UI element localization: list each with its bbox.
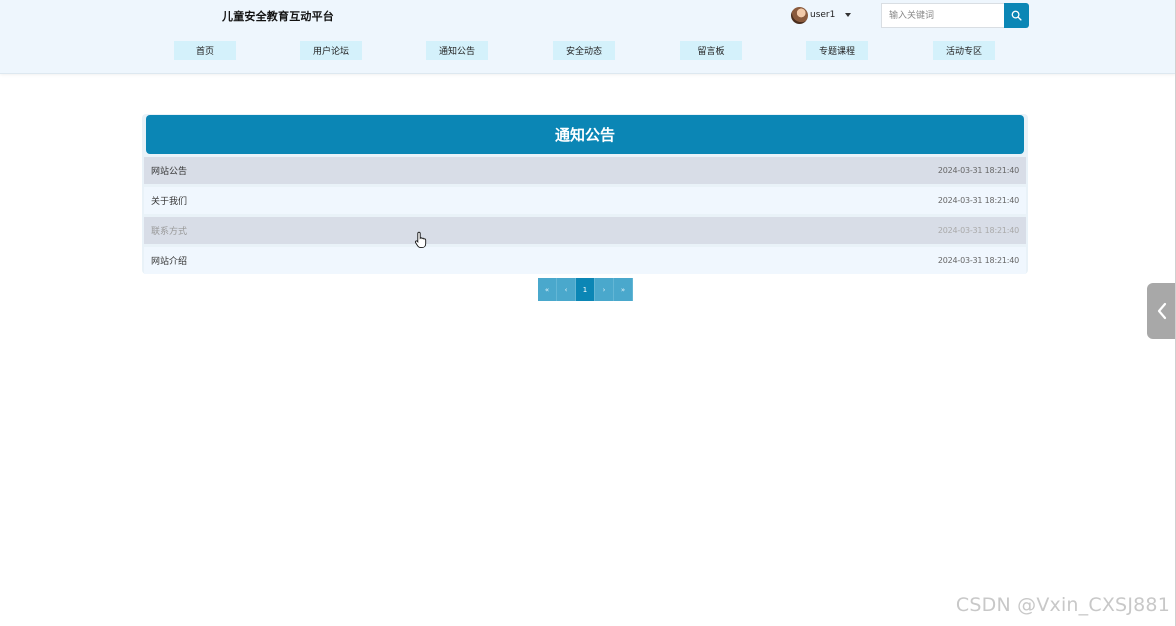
page-next-button[interactable]: › — [595, 278, 614, 301]
page-first-button[interactable]: « — [538, 278, 557, 301]
search-icon — [1011, 10, 1022, 21]
item-title[interactable]: 关于我们 — [151, 194, 187, 207]
announcement-panel: 通知公告 网站公告 2024-03-31 18:21:40 关于我们 2024-… — [142, 114, 1028, 274]
nav-item-announcements[interactable]: 通知公告 — [426, 41, 488, 60]
main-nav: 首页 用户论坛 通知公告 安全动态 留言板 专题课程 活动专区 — [0, 41, 1176, 60]
list-item[interactable]: 网站介绍 2024-03-31 18:21:40 — [144, 247, 1026, 274]
search-button[interactable] — [1004, 3, 1029, 28]
nav-item-activities[interactable]: 活动专区 — [933, 41, 995, 60]
side-toggle-button[interactable] — [1147, 283, 1176, 339]
item-title[interactable]: 联系方式 — [151, 224, 187, 237]
page-last-button[interactable]: » — [614, 278, 633, 301]
nav-item-home[interactable]: 首页 — [174, 41, 236, 60]
nav-item-message-board[interactable]: 留言板 — [680, 41, 742, 60]
item-date: 2024-03-31 18:21:40 — [937, 166, 1019, 175]
hand-pointer-icon — [414, 231, 427, 249]
avatar[interactable] — [791, 6, 808, 24]
list-item[interactable]: 联系方式 2024-03-31 18:21:40 — [144, 217, 1026, 244]
site-title: 儿童安全教育互动平台 — [222, 10, 334, 23]
item-title[interactable]: 网站公告 — [151, 164, 187, 177]
item-date: 2024-03-31 18:21:40 — [937, 256, 1019, 265]
page-number-button[interactable]: 1 — [576, 278, 595, 301]
caret-down-icon[interactable] — [845, 13, 852, 17]
pagination: « ‹ 1 › » — [538, 278, 633, 301]
site-header: 儿童安全教育互动平台 user1 首页 用户论坛 通知公告 安全动态 留言板 专… — [0, 0, 1176, 74]
list-item[interactable]: 网站公告 2024-03-31 18:21:40 — [144, 157, 1026, 184]
user-menu[interactable]: user1 — [791, 6, 852, 24]
list-item[interactable]: 关于我们 2024-03-31 18:21:40 — [144, 187, 1026, 214]
chevron-left-icon — [1157, 302, 1166, 320]
watermark: CSDN @Vxin_CXSJ881 — [955, 594, 1170, 616]
username[interactable]: user1 — [810, 10, 835, 20]
item-title[interactable]: 网站介绍 — [151, 254, 187, 267]
nav-item-courses[interactable]: 专题课程 — [806, 41, 868, 60]
search-input[interactable] — [881, 3, 1004, 28]
item-date: 2024-03-31 18:21:40 — [937, 196, 1019, 205]
panel-title: 通知公告 — [146, 115, 1024, 154]
search-box — [881, 3, 1029, 28]
nav-item-forum[interactable]: 用户论坛 — [300, 41, 362, 60]
nav-item-safety-news[interactable]: 安全动态 — [553, 41, 615, 60]
page-prev-button[interactable]: ‹ — [557, 278, 576, 301]
item-date: 2024-03-31 18:21:40 — [937, 226, 1019, 235]
